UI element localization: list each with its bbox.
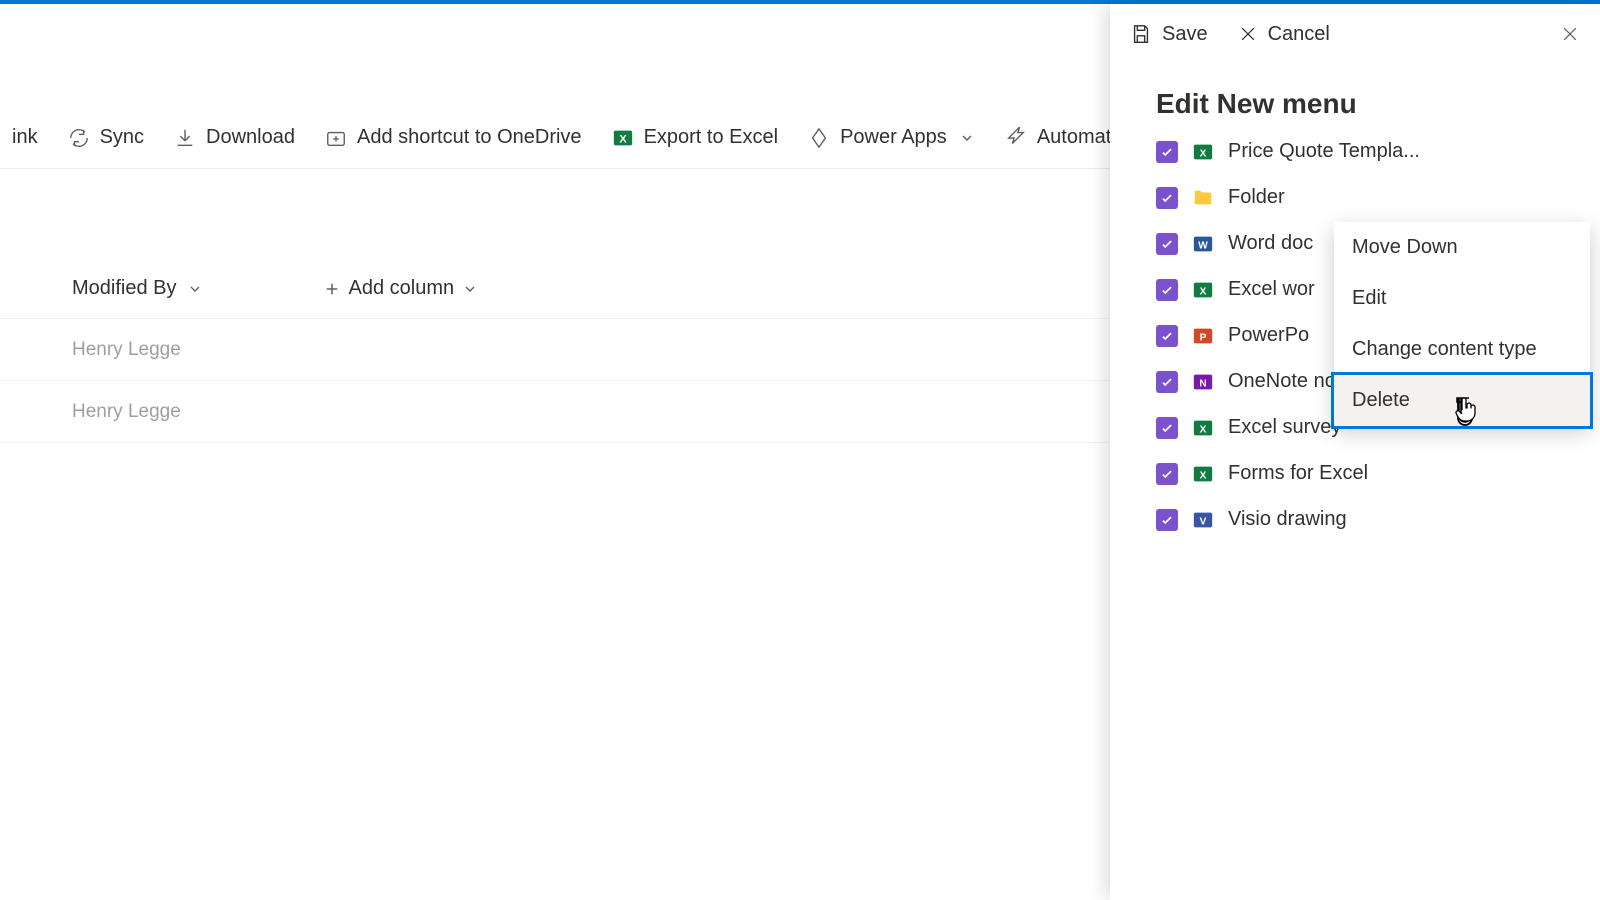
add-column-label: Add column: [349, 277, 455, 300]
add-shortcut-button[interactable]: Add shortcut to OneDrive: [325, 126, 582, 149]
checkbox-checked[interactable]: [1156, 233, 1178, 255]
item-label: Price Quote Templa...: [1228, 140, 1420, 163]
sync-icon: [68, 127, 90, 149]
chevron-down-icon: [959, 130, 975, 146]
save-icon: [1130, 23, 1152, 45]
power-apps-button[interactable]: Power Apps: [808, 126, 975, 149]
item-label: PowerPo: [1228, 324, 1309, 347]
onenote-icon: N: [1192, 371, 1214, 393]
download-button[interactable]: Download: [174, 126, 295, 149]
checkbox-checked[interactable]: [1156, 187, 1178, 209]
plus-icon: [323, 280, 341, 298]
edit-new-menu-panel: Save Cancel Edit New menu X Price Quote …: [1110, 4, 1600, 900]
modified-by-label: Modified By: [72, 277, 177, 300]
excel-icon: X: [1192, 141, 1214, 163]
save-button[interactable]: Save: [1130, 23, 1208, 46]
folder-icon: [1192, 187, 1214, 209]
sync-button[interactable]: Sync: [68, 126, 144, 149]
item-label: Excel survey: [1228, 416, 1341, 439]
modified-by-column[interactable]: Modified By: [72, 277, 203, 300]
svg-text:N: N: [1199, 378, 1206, 389]
power-apps-icon: [808, 127, 830, 149]
cancel-button[interactable]: Cancel: [1238, 23, 1330, 46]
item-label: Excel wor: [1228, 278, 1315, 301]
excel-icon: X: [612, 127, 634, 149]
svg-text:X: X: [1200, 148, 1207, 159]
sync-label: Sync: [100, 126, 144, 149]
context-change-type[interactable]: Change content type: [1334, 324, 1590, 375]
svg-text:X: X: [1200, 286, 1207, 297]
svg-text:X: X: [619, 133, 627, 145]
context-delete[interactable]: Delete: [1334, 375, 1590, 426]
chevron-down-icon: [462, 281, 478, 297]
item-label: Visio drawing: [1228, 508, 1347, 531]
automate-icon: [1005, 127, 1027, 149]
checkbox-checked[interactable]: [1156, 371, 1178, 393]
svg-text:W: W: [1198, 240, 1208, 251]
checkbox-checked[interactable]: [1156, 141, 1178, 163]
svg-text:X: X: [1200, 424, 1207, 435]
add-shortcut-label: Add shortcut to OneDrive: [357, 126, 582, 149]
checkbox-checked[interactable]: [1156, 509, 1178, 531]
checkbox-checked[interactable]: [1156, 463, 1178, 485]
svg-text:P: P: [1200, 332, 1207, 343]
excel-icon: X: [1192, 279, 1214, 301]
visio-icon: V: [1192, 509, 1214, 531]
context-move-down[interactable]: Move Down: [1334, 222, 1590, 273]
list-item[interactable]: X Forms for Excel: [1156, 462, 1580, 485]
modified-by-value: Henry Legge: [72, 339, 181, 361]
save-label: Save: [1162, 23, 1208, 46]
panel-header: Save Cancel: [1110, 4, 1600, 64]
close-icon: [1238, 24, 1258, 44]
list-item[interactable]: V Visio drawing: [1156, 508, 1580, 531]
item-label: Forms for Excel: [1228, 462, 1368, 485]
cancel-label: Cancel: [1268, 23, 1330, 46]
context-edit[interactable]: Edit: [1334, 273, 1590, 324]
export-excel-button[interactable]: X Export to Excel: [612, 126, 779, 149]
checkbox-checked[interactable]: [1156, 417, 1178, 439]
word-icon: W: [1192, 233, 1214, 255]
link-label: ink: [12, 126, 38, 149]
context-menu: Move Down Edit Change content type Delet…: [1334, 222, 1590, 426]
add-column-button[interactable]: Add column: [323, 277, 479, 300]
download-icon: [174, 127, 196, 149]
checkbox-checked[interactable]: [1156, 279, 1178, 301]
panel-close-button[interactable]: [1560, 24, 1580, 44]
excel-icon: X: [1192, 417, 1214, 439]
link-button[interactable]: ink: [12, 126, 38, 149]
modified-by-value: Henry Legge: [72, 401, 181, 423]
chevron-down-icon: [187, 281, 203, 297]
download-label: Download: [206, 126, 295, 149]
excel-icon: X: [1192, 463, 1214, 485]
item-label: Folder: [1228, 186, 1285, 209]
svg-text:X: X: [1200, 470, 1207, 481]
list-item[interactable]: X Price Quote Templa...: [1156, 140, 1580, 163]
list-item[interactable]: Folder: [1156, 186, 1580, 209]
svg-text:V: V: [1200, 516, 1207, 527]
export-label: Export to Excel: [644, 126, 779, 149]
item-label: Word doc: [1228, 232, 1313, 255]
powerpoint-icon: P: [1192, 325, 1214, 347]
panel-title: Edit New menu: [1110, 64, 1600, 140]
onedrive-shortcut-icon: [325, 127, 347, 149]
power-apps-label: Power Apps: [840, 126, 947, 149]
checkbox-checked[interactable]: [1156, 325, 1178, 347]
